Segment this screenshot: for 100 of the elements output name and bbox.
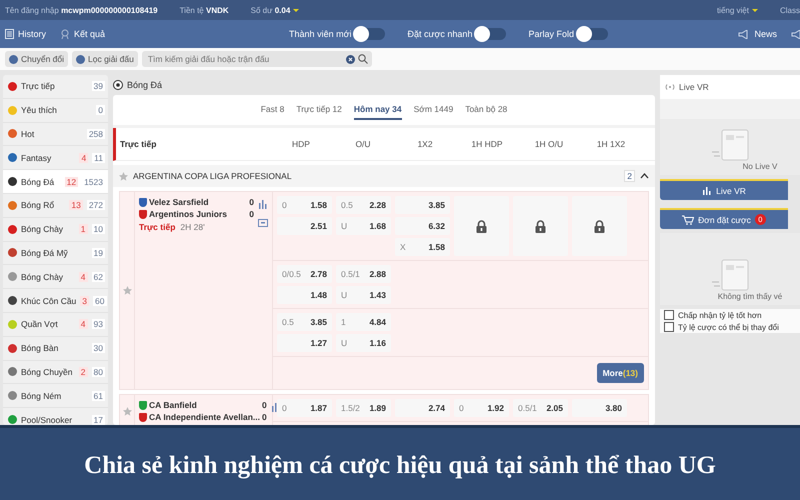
match-count: 2 — [624, 170, 635, 182]
results-link[interactable]: Kết quả — [60, 29, 106, 39]
odds-button[interactable]: 1.48 — [277, 286, 332, 304]
cart-icon — [682, 214, 694, 224]
odds-button[interactable]: 1.5/2 1.89 — [336, 399, 391, 417]
odds-button[interactable]: X 1.58 — [395, 238, 450, 256]
lock-icon — [535, 220, 546, 232]
news-link[interactable]: News — [738, 29, 777, 39]
collapse-icon[interactable] — [640, 173, 649, 179]
caption: Chia sẻ kinh nghiệm cá cược hiệu quả tại sảnh thể thao UG — [84, 452, 716, 480]
empty-ticket-drawing — [710, 128, 750, 162]
panel-title: Live VR — [679, 82, 709, 92]
broadcast-icon — [665, 84, 675, 90]
megaphone-icon — [738, 30, 750, 38]
more-button[interactable]: More(13) — [596, 363, 644, 383]
match-time: 2H 28' — [180, 222, 205, 232]
star-icon[interactable] — [122, 286, 132, 295]
sidebar-item[interactable]: Quần Vợt 4 93 — [3, 312, 108, 337]
filter-button[interactable]: Chuyển đổi — [5, 51, 68, 67]
lock-icon — [476, 220, 487, 232]
tab[interactable]: Toàn bộ 28 — [465, 100, 508, 120]
search-icon[interactable] — [358, 54, 368, 64]
odds-button[interactable]: 0/0.5 2.78 — [277, 265, 332, 283]
live-status: Trực tiếp — [139, 222, 176, 232]
stats-icon — [702, 186, 712, 195]
sidebar-item[interactable]: Trực tiếp 39 — [3, 75, 108, 99]
language-menu[interactable]: tiếng việt — [716, 6, 758, 14]
odds-button[interactable]: 2.51 — [277, 217, 332, 235]
odds-button[interactable]: U 1.16 — [336, 334, 391, 352]
clear-icon[interactable] — [346, 54, 355, 64]
sidebar-item[interactable]: Bóng Đá 12 1523 — [3, 170, 108, 194]
team-name: Argentinos Juniors — [149, 209, 228, 219]
search-field[interactable]: Tìm kiếm giải đấu hoặc trận đấu — [142, 51, 372, 67]
toggle-switch[interactable] — [355, 28, 386, 40]
medal-icon — [60, 29, 70, 39]
star-icon[interactable] — [119, 172, 128, 180]
history-link[interactable]: History — [5, 29, 46, 39]
odds-button[interactable]: 3.80 — [572, 399, 627, 417]
tab[interactable]: Fast 8 — [260, 100, 284, 120]
odds-button[interactable]: 3.85 — [395, 196, 450, 214]
empty-message: No Live V — [742, 162, 778, 171]
search-input[interactable]: Tìm kiếm giải đấu hoặc trận đấu — [146, 53, 343, 65]
live-vr-button[interactable]: Live VR — [660, 179, 788, 200]
odds-button[interactable]: U 1.68 — [336, 217, 391, 235]
empty-ticket-drawing — [710, 258, 750, 292]
odds-button[interactable]: 0.5 3.85 — [277, 313, 332, 331]
sidebar-item[interactable]: Bóng Đá Mỹ 19 — [3, 242, 108, 266]
sidebar-item[interactable]: Bóng Ném 61 — [3, 384, 108, 408]
sidebar-item[interactable]: Yêu thích 0 — [3, 98, 108, 123]
odds-button[interactable]: 0.5/1 2.05 — [513, 399, 568, 417]
option-label: Tỷ lệ cược có thể bị thay đổi — [678, 322, 779, 332]
sidebar-item[interactable]: Bóng Bàn 30 — [3, 336, 108, 361]
odds-button[interactable]: 0 1.58 — [277, 196, 332, 214]
column-header: 1X2 — [416, 139, 434, 149]
star-icon[interactable] — [122, 406, 132, 416]
menu-item[interactable]: Class — [780, 6, 800, 14]
odds-button[interactable]: 0 1.92 — [454, 399, 509, 417]
column-header: 1H HDP — [470, 139, 504, 149]
option-label: Chấp nhận tỷ lệ tốt hơn — [678, 310, 762, 320]
account-field: Tiền tệ VNDK — [180, 6, 229, 14]
column-header: 1H 1X2 — [596, 139, 626, 149]
odds-button[interactable]: 1 4.84 — [336, 313, 391, 331]
column-header: HDP — [291, 139, 311, 149]
toggle-label: Thành viên mới — [289, 29, 352, 39]
odds-button[interactable]: U 1.43 — [336, 286, 391, 304]
filter-button[interactable]: Lọc giải đấu — [72, 51, 138, 67]
megaphone-icon[interactable] — [791, 30, 800, 38]
sport-title: Bóng Đá — [127, 80, 162, 90]
sidebar-item[interactable]: Hot 258 — [3, 122, 108, 146]
odds-button[interactable]: 2.74 — [395, 399, 450, 417]
score: 0 — [262, 412, 267, 422]
section-title: Trực tiếp — [119, 139, 158, 149]
sidebar-item[interactable]: Bóng Rổ 13 272 — [3, 194, 108, 218]
toggle-label: Đặt cược nhanh — [407, 29, 472, 39]
odds-button[interactable]: 0.5/1 2.88 — [336, 265, 391, 283]
tv-icon[interactable] — [258, 219, 268, 227]
toggle-switch[interactable] — [476, 28, 506, 40]
odds-button[interactable]: 1.27 — [277, 334, 332, 352]
stats-icon[interactable] — [258, 199, 268, 209]
league-name: ARGENTINA COPA LIGA PROFESIONAL — [133, 171, 293, 181]
sidebar-item[interactable]: Bóng Chày 1 10 — [3, 218, 108, 242]
tab[interactable]: Sớm 1449 — [414, 100, 454, 120]
sidebar-item[interactable]: Bóng Chày 4 62 — [3, 265, 108, 290]
tab[interactable]: Trực tiếp 12 — [296, 100, 342, 120]
toggle-switch[interactable] — [578, 28, 608, 40]
sidebar-item[interactable]: Bóng Chuyền 2 80 — [3, 360, 108, 384]
odds-button[interactable]: 6.32 — [395, 217, 450, 235]
account-field: Tên đăng nhập mcwpm000000000108419 — [5, 6, 158, 14]
column-header: 1H O/U — [534, 139, 564, 149]
sidebar-item[interactable]: Khúc Côn Cầu 3 60 — [3, 289, 108, 313]
column-header: O/U — [354, 139, 372, 149]
checkbox[interactable] — [664, 322, 674, 332]
toggle-label: Parlay Fold — [528, 29, 574, 39]
empty-message: Không tìm thấy vé — [718, 292, 782, 301]
odds-button[interactable]: 0 1.87 — [277, 399, 332, 417]
odds-button[interactable]: 0.5 2.28 — [336, 196, 391, 214]
team-name: CA Banfield — [149, 400, 198, 410]
checkbox[interactable] — [664, 310, 674, 320]
tab[interactable]: Hôm nay 34 — [354, 100, 402, 120]
score: 0 — [262, 400, 267, 410]
